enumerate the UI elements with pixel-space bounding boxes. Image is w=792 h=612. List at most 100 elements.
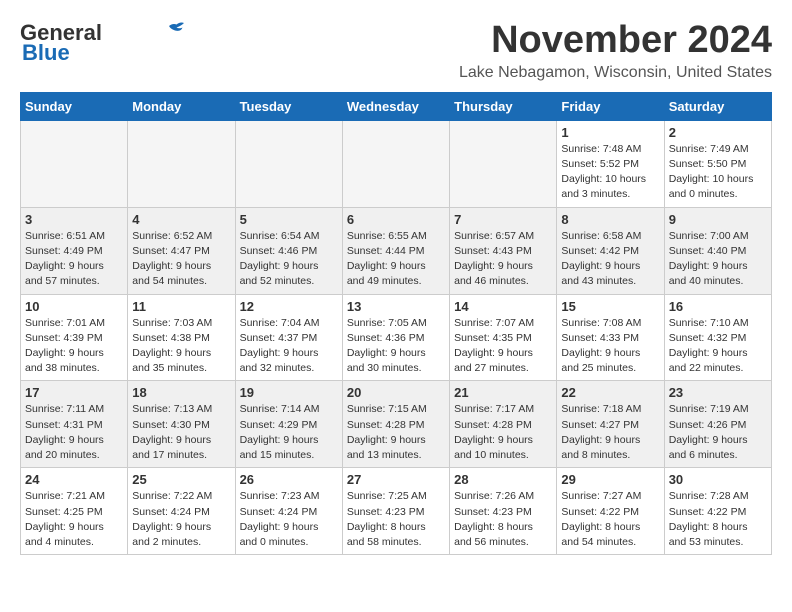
day-number: 5 [240,212,338,227]
day-info: Sunrise: 7:23 AM Sunset: 4:24 PM Dayligh… [240,489,338,550]
calendar-day-cell: 1Sunrise: 7:48 AM Sunset: 5:52 PM Daylig… [557,120,664,207]
day-info: Sunrise: 7:10 AM Sunset: 4:32 PM Dayligh… [669,316,767,377]
calendar-day-cell: 4 Sunrise: 6:52 AM Sunset: 4:47 PM Daylig… [128,207,235,294]
day-number: 10 [25,299,123,314]
calendar-table: SundayMondayTuesdayWednesdayThursdayFrid… [20,92,772,555]
day-info: Sunrise: 6:52 AM Sunset: 4:47 PM Dayligh… [132,229,230,290]
day-number: 26 [240,472,338,487]
day-info: Sunrise: 7:04 AM Sunset: 4:37 PM Dayligh… [240,316,338,377]
day-info: Sunrise: 7:26 AM Sunset: 4:23 PM Dayligh… [454,489,552,550]
day-number: 11 [132,299,230,314]
calendar-day-cell [450,120,557,207]
day-info: Sunrise: 6:57 AM Sunset: 4:43 PM Dayligh… [454,229,552,290]
calendar-day-cell: 12 Sunrise: 7:04 AM Sunset: 4:37 PM Dayli… [235,294,342,381]
day-number: 29 [561,472,659,487]
calendar-day-cell: 3Sunrise: 6:51 AM Sunset: 4:49 PM Daylig… [21,207,128,294]
calendar-day-cell: 22 Sunrise: 7:18 AM Sunset: 4:27 PM Dayli… [557,381,664,468]
calendar-day-cell: 9 Sunrise: 7:00 AM Sunset: 4:40 PM Daylig… [664,207,771,294]
day-info: Sunrise: 7:07 AM Sunset: 4:35 PM Dayligh… [454,316,552,377]
weekday-header-friday: Friday [557,92,664,120]
day-info: Sunrise: 6:58 AM Sunset: 4:42 PM Dayligh… [561,229,659,290]
calendar-day-cell: 5 Sunrise: 6:54 AM Sunset: 4:46 PM Daylig… [235,207,342,294]
month-title: November 2024 [459,20,772,62]
calendar-day-cell: 17Sunrise: 7:11 AM Sunset: 4:31 PM Dayli… [21,381,128,468]
logo-blue: Blue [22,40,70,66]
day-info: Sunrise: 7:15 AM Sunset: 4:28 PM Dayligh… [347,402,445,463]
day-number: 20 [347,385,445,400]
calendar-day-cell [21,120,128,207]
calendar-week-row: 10 Sunrise: 7:01 AM Sunset: 4:39 PM Dayli… [21,294,772,381]
day-number: 28 [454,472,552,487]
calendar-day-cell: 27 Sunrise: 7:25 AM Sunset: 4:23 PM Dayli… [342,468,449,555]
day-number: 8 [561,212,659,227]
location-subtitle: Lake Nebagamon, Wisconsin, United States [459,64,772,82]
calendar-week-row: 24 Sunrise: 7:21 AM Sunset: 4:25 PM Dayli… [21,468,772,555]
weekday-header-saturday: Saturday [664,92,771,120]
day-number: 27 [347,472,445,487]
calendar-day-cell: 18 Sunrise: 7:13 AM Sunset: 4:30 PM Dayli… [128,381,235,468]
calendar-day-cell: 21Sunrise: 7:17 AM Sunset: 4:28 PM Dayli… [450,381,557,468]
day-info: Sunrise: 7:11 AM Sunset: 4:31 PM Dayligh… [25,402,123,463]
day-number: 15 [561,299,659,314]
calendar-day-cell: 20 Sunrise: 7:15 AM Sunset: 4:28 PM Dayli… [342,381,449,468]
day-number: 7 [454,212,552,227]
calendar-day-cell: 29 Sunrise: 7:27 AM Sunset: 4:22 PM Dayli… [557,468,664,555]
day-info: Sunrise: 7:27 AM Sunset: 4:22 PM Dayligh… [561,489,659,550]
day-number: 25 [132,472,230,487]
day-number: 12 [240,299,338,314]
calendar-day-cell: 25 Sunrise: 7:22 AM Sunset: 4:24 PM Dayli… [128,468,235,555]
calendar-day-cell: 14 Sunrise: 7:07 AM Sunset: 4:35 PM Dayli… [450,294,557,381]
day-info: Sunrise: 7:01 AM Sunset: 4:39 PM Dayligh… [25,316,123,377]
day-info: Sunrise: 7:19 AM Sunset: 4:26 PM Dayligh… [669,402,767,463]
day-number: 24 [25,472,123,487]
day-number: 16 [669,299,767,314]
day-info: Sunrise: 7:00 AM Sunset: 4:40 PM Dayligh… [669,229,767,290]
day-info: Sunrise: 7:13 AM Sunset: 4:30 PM Dayligh… [132,402,230,463]
day-number: 21 [454,385,552,400]
calendar-week-row: 1Sunrise: 7:48 AM Sunset: 5:52 PM Daylig… [21,120,772,207]
day-number: 1 [561,125,659,140]
day-number: 13 [347,299,445,314]
weekday-header-tuesday: Tuesday [235,92,342,120]
day-info: Sunrise: 7:18 AM Sunset: 4:27 PM Dayligh… [561,402,659,463]
day-number: 4 [132,212,230,227]
calendar-day-cell: 8 Sunrise: 6:58 AM Sunset: 4:42 PM Daylig… [557,207,664,294]
calendar-day-cell: 30Sunrise: 7:28 AM Sunset: 4:22 PM Dayli… [664,468,771,555]
day-number: 23 [669,385,767,400]
weekday-header-row: SundayMondayTuesdayWednesdayThursdayFrid… [21,92,772,120]
calendar-day-cell: 7 Sunrise: 6:57 AM Sunset: 4:43 PM Daylig… [450,207,557,294]
day-info: Sunrise: 7:28 AM Sunset: 4:22 PM Dayligh… [669,489,767,550]
day-info: Sunrise: 7:03 AM Sunset: 4:38 PM Dayligh… [132,316,230,377]
calendar-day-cell: 23 Sunrise: 7:19 AM Sunset: 4:26 PM Dayli… [664,381,771,468]
calendar-day-cell [235,120,342,207]
calendar-day-cell: 13 Sunrise: 7:05 AM Sunset: 4:36 PM Dayli… [342,294,449,381]
calendar-week-row: 3Sunrise: 6:51 AM Sunset: 4:49 PM Daylig… [21,207,772,294]
day-number: 6 [347,212,445,227]
day-number: 22 [561,385,659,400]
calendar-day-cell: 10 Sunrise: 7:01 AM Sunset: 4:39 PM Dayli… [21,294,128,381]
calendar-day-cell: 11 Sunrise: 7:03 AM Sunset: 4:38 PM Dayli… [128,294,235,381]
day-info: Sunrise: 7:08 AM Sunset: 4:33 PM Dayligh… [561,316,659,377]
weekday-header-thursday: Thursday [450,92,557,120]
day-info: Sunrise: 7:25 AM Sunset: 4:23 PM Dayligh… [347,489,445,550]
day-number: 18 [132,385,230,400]
day-info: Sunrise: 7:05 AM Sunset: 4:36 PM Dayligh… [347,316,445,377]
calendar-day-cell: 6Sunrise: 6:55 AM Sunset: 4:44 PM Daylig… [342,207,449,294]
day-number: 2 [669,125,767,140]
day-info: Sunrise: 7:49 AM Sunset: 5:50 PM Dayligh… [669,142,767,203]
day-info: Sunrise: 7:21 AM Sunset: 4:25 PM Dayligh… [25,489,123,550]
day-number: 19 [240,385,338,400]
weekday-header-sunday: Sunday [21,92,128,120]
calendar-day-cell: 28 Sunrise: 7:26 AM Sunset: 4:23 PM Dayli… [450,468,557,555]
calendar-day-cell [342,120,449,207]
day-number: 14 [454,299,552,314]
calendar-day-cell: 2 Sunrise: 7:49 AM Sunset: 5:50 PM Daylig… [664,120,771,207]
day-info: Sunrise: 7:22 AM Sunset: 4:24 PM Dayligh… [132,489,230,550]
day-number: 9 [669,212,767,227]
logo-bird-icon [154,20,184,38]
day-info: Sunrise: 7:14 AM Sunset: 4:29 PM Dayligh… [240,402,338,463]
day-info: Sunrise: 6:51 AM Sunset: 4:49 PM Dayligh… [25,229,123,290]
calendar-day-cell: 16 Sunrise: 7:10 AM Sunset: 4:32 PM Dayli… [664,294,771,381]
calendar-day-cell: 15 Sunrise: 7:08 AM Sunset: 4:33 PM Dayli… [557,294,664,381]
day-info: Sunrise: 6:54 AM Sunset: 4:46 PM Dayligh… [240,229,338,290]
